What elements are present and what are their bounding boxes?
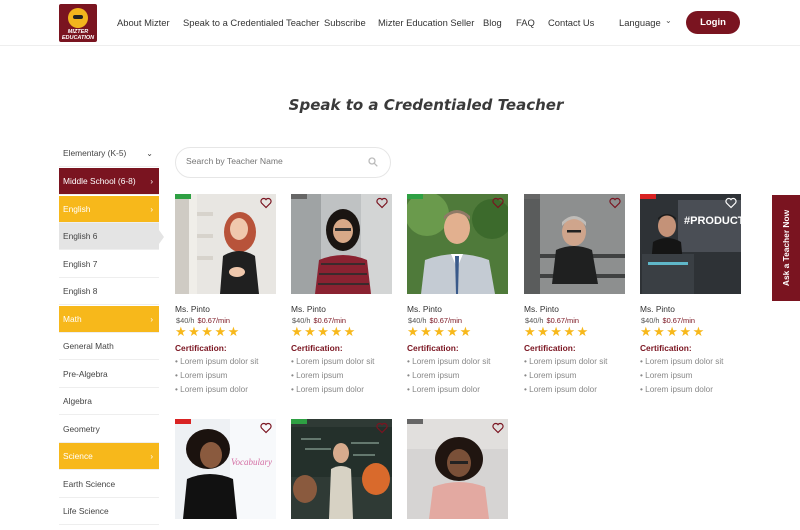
teacher-search <box>175 147 391 178</box>
availability-indicator <box>640 194 656 199</box>
certification-item: • Lorem ipsum <box>640 371 693 380</box>
availability-indicator <box>407 194 423 199</box>
page-title: Speak to a Credentialed Teacher <box>288 96 564 114</box>
chevron-right-icon: › <box>150 177 153 186</box>
teacher-photo[interactable] <box>291 419 392 519</box>
nav-speak-teacher[interactable]: Speak to a Credentialed Teacher <box>183 17 319 28</box>
nav-about[interactable]: About Mizter <box>117 17 170 28</box>
logo-text: MIZTER EDUCATION <box>61 29 95 41</box>
sidebar-item-english[interactable]: English › <box>59 196 159 223</box>
heart-icon[interactable] <box>376 197 388 209</box>
star-rating: ★★★★★ <box>524 324 590 339</box>
certification-item: • Lorem ipsum <box>407 371 460 380</box>
teacher-name[interactable]: Ms. Pinto <box>640 304 675 314</box>
teacher-name[interactable]: Ms. Pinto <box>291 304 326 314</box>
teacher-photo[interactable]: Vocabulary <box>175 419 276 519</box>
certification-item: • Lorem ipsum dolor sit <box>640 357 724 366</box>
teacher-photo[interactable] <box>291 194 392 294</box>
certification-heading: Certification: <box>291 343 343 353</box>
star-rating: ★★★★★ <box>291 324 357 339</box>
heart-icon[interactable] <box>492 197 504 209</box>
heart-icon[interactable] <box>260 422 272 434</box>
certification-item: • Lorem ipsum dolor sit <box>175 357 259 366</box>
nav-contact[interactable]: Contact Us <box>548 17 594 28</box>
screen-text: #PRODUCTC <box>684 215 741 227</box>
certification-item: • Lorem ipsum <box>291 371 344 380</box>
availability-indicator <box>524 194 540 199</box>
language-dropdown[interactable]: Language <box>619 17 661 28</box>
sidebar-item-english-8[interactable]: English 8 <box>59 278 159 305</box>
whiteboard-text: Vocabulary <box>231 457 272 467</box>
star-rating: ★★★★★ <box>407 324 473 339</box>
chevron-down-icon: ⌄ <box>146 149 153 158</box>
certification-heading: Certification: <box>407 343 459 353</box>
availability-indicator <box>175 419 191 424</box>
nav-subscribe[interactable]: Subscribe <box>324 17 366 28</box>
teacher-photo[interactable] <box>407 194 508 294</box>
teacher-photo[interactable] <box>175 194 276 294</box>
availability-indicator <box>407 419 423 424</box>
sidebar-item-math[interactable]: Math › <box>59 306 159 333</box>
heart-icon[interactable] <box>492 422 504 434</box>
sidebar-item-earth-science[interactable]: Earth Science <box>59 471 159 498</box>
certification-item: • Lorem ipsum dolor <box>407 385 480 394</box>
sidebar-item-algebra[interactable]: Algebra <box>59 388 159 415</box>
teacher-photo[interactable] <box>407 419 508 519</box>
teacher-name[interactable]: Ms. Pinto <box>407 304 442 314</box>
sidebar-item-science[interactable]: Science › <box>59 443 159 470</box>
star-rating: ★★★★★ <box>175 324 241 339</box>
heart-icon[interactable] <box>260 197 272 209</box>
heart-icon[interactable] <box>376 422 388 434</box>
sidebar-item-general-math[interactable]: General Math <box>59 333 159 360</box>
certification-item: • Lorem ipsum <box>175 371 228 380</box>
sidebar-item-elementary[interactable]: Elementary (K-5) ⌄ <box>59 140 159 167</box>
chevron-right-icon: › <box>150 315 153 324</box>
teacher-photo[interactable]: #PRODUCTC <box>640 194 741 294</box>
sidebar-item-english-6[interactable]: English 6 <box>59 223 164 250</box>
certification-item: • Lorem ipsum dolor sit <box>291 357 375 366</box>
availability-indicator <box>291 194 307 199</box>
sidebar-item-english-7[interactable]: English 7 <box>59 251 159 278</box>
teacher-name[interactable]: Ms. Pinto <box>524 304 559 314</box>
certification-item: • Lorem ipsum dolor <box>175 385 248 394</box>
certification-heading: Certification: <box>175 343 227 353</box>
certification-heading: Certification: <box>524 343 576 353</box>
login-button[interactable]: Login <box>686 11 740 34</box>
teacher-photo[interactable] <box>524 194 625 294</box>
certification-heading: Certification: <box>640 343 692 353</box>
ask-teacher-label: Ask a Teacher Now <box>781 209 791 287</box>
nav-blog[interactable]: Blog <box>483 17 502 28</box>
search-icon[interactable] <box>368 157 378 167</box>
ask-teacher-tab[interactable]: Ask a Teacher Now <box>772 195 800 301</box>
search-input[interactable] <box>186 156 356 166</box>
sidebar-item-middle-school[interactable]: Middle School (6-8) › <box>59 168 159 195</box>
nav-faq[interactable]: FAQ <box>516 17 535 28</box>
certification-item: • Lorem ipsum dolor sit <box>524 357 608 366</box>
sidebar-item-geometry[interactable]: Geometry <box>59 416 159 443</box>
mascot-icon <box>68 8 88 28</box>
availability-indicator <box>175 194 191 199</box>
mizter-logo[interactable]: MIZTER EDUCATION <box>59 4 97 42</box>
certification-item: • Lorem ipsum dolor <box>524 385 597 394</box>
certification-item: • Lorem ipsum <box>524 371 577 380</box>
sidebar-item-life-science[interactable]: Life Science <box>59 498 159 525</box>
chevron-right-icon: › <box>150 452 153 461</box>
chevron-down-icon[interactable]: ⌄ <box>665 16 672 25</box>
certification-item: • Lorem ipsum dolor <box>291 385 364 394</box>
nav-seller[interactable]: Mizter Education Seller <box>378 17 474 28</box>
active-pointer <box>159 230 164 244</box>
chevron-right-icon: › <box>150 205 153 214</box>
certification-item: • Lorem ipsum dolor <box>640 385 713 394</box>
teacher-name[interactable]: Ms. Pinto <box>175 304 210 314</box>
certification-item: • Lorem ipsum dolor sit <box>407 357 491 366</box>
sidebar-item-pre-algebra[interactable]: Pre-Algebra <box>59 361 159 388</box>
heart-icon[interactable] <box>725 197 737 209</box>
site-header: MIZTER EDUCATION About Mizter Speak to a … <box>0 0 800 46</box>
heart-icon[interactable] <box>609 197 621 209</box>
availability-indicator <box>291 419 307 424</box>
star-rating: ★★★★★ <box>640 324 706 339</box>
